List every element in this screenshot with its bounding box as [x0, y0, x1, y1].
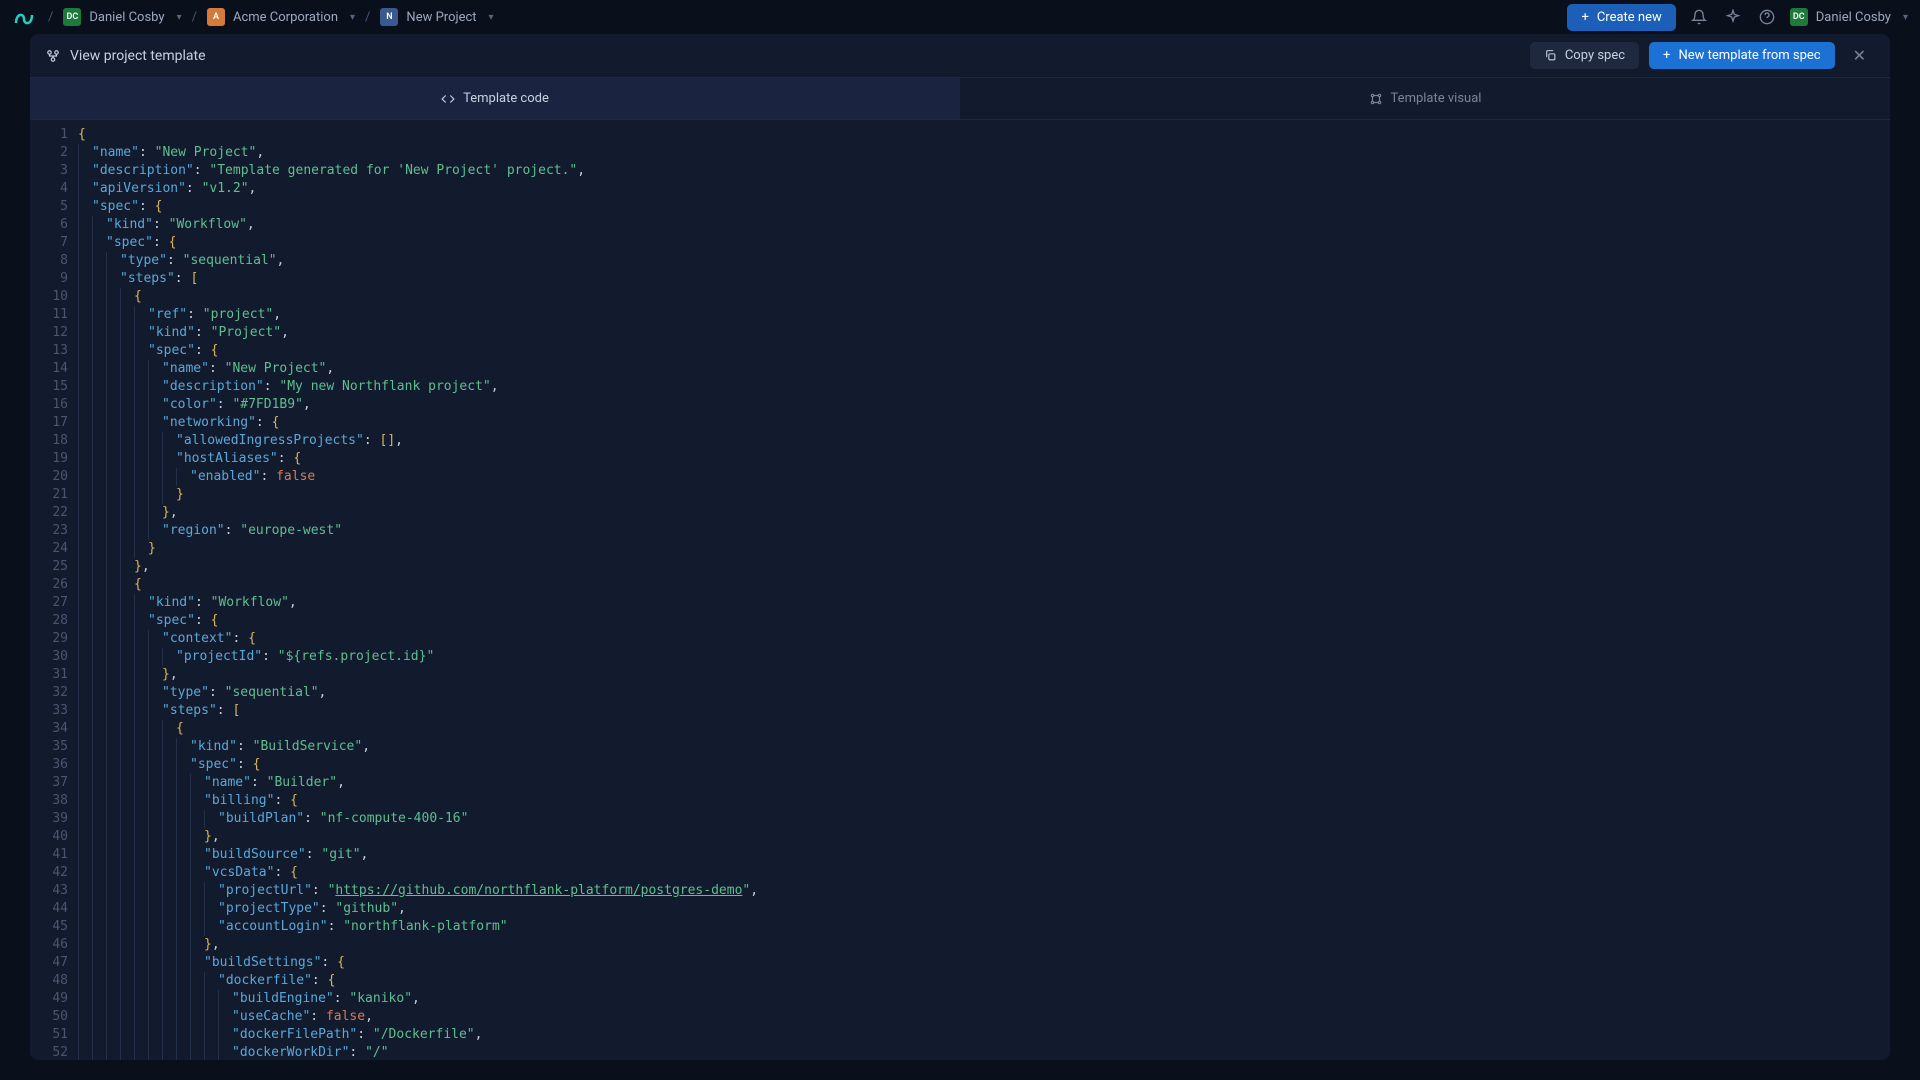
- help-icon: [1759, 9, 1775, 25]
- code-content: {"name": "New Project","description": "T…: [78, 120, 1890, 1060]
- new-template-button[interactable]: + New template from spec: [1649, 42, 1835, 69]
- breadcrumb-sep: /: [365, 10, 370, 25]
- chevron-down-icon: ▾: [177, 12, 182, 23]
- modal-header: View project template Copy spec + New te…: [30, 34, 1890, 78]
- breadcrumb-user-label: Daniel Cosby: [89, 10, 164, 25]
- new-template-label: New template from spec: [1678, 48, 1820, 63]
- top-bar: / DC Daniel Cosby ▾ / A Acme Corporation…: [0, 0, 1920, 34]
- close-button[interactable]: ✕: [1845, 42, 1874, 69]
- help-button[interactable]: [1756, 6, 1778, 28]
- modal-actions: Copy spec + New template from spec ✕: [1530, 42, 1874, 69]
- user-avatar-icon: DC: [63, 8, 81, 26]
- line-gutter: 1234567891011121314151617181920212223242…: [30, 120, 78, 1060]
- modal-title: View project template: [46, 48, 206, 64]
- code-editor[interactable]: 1234567891011121314151617181920212223242…: [30, 120, 1890, 1060]
- template-modal: View project template Copy spec + New te…: [30, 34, 1890, 1060]
- plus-icon: +: [1581, 10, 1588, 25]
- copy-icon: [1544, 49, 1557, 62]
- topbar-right: + Create new DC Daniel Cosby ▾: [1567, 4, 1908, 31]
- chevron-down-icon: ▾: [1903, 12, 1908, 23]
- chevron-down-icon: ▾: [350, 12, 355, 23]
- template-icon: [46, 49, 60, 63]
- bell-icon: [1691, 9, 1707, 25]
- sparkle-icon: [1725, 9, 1741, 25]
- tab-visual-label: Template visual: [1391, 91, 1482, 106]
- changelog-button[interactable]: [1722, 6, 1744, 28]
- breadcrumb-org[interactable]: A Acme Corporation ▾: [207, 8, 355, 26]
- tab-code-label: Template code: [463, 91, 549, 106]
- close-icon: ✕: [1853, 46, 1866, 65]
- copy-spec-label: Copy spec: [1565, 48, 1625, 63]
- create-new-button[interactable]: + Create new: [1567, 4, 1675, 31]
- user-menu-label: Daniel Cosby: [1816, 10, 1891, 25]
- breadcrumb-project[interactable]: N New Project ▾: [380, 8, 493, 26]
- breadcrumb-user[interactable]: DC Daniel Cosby ▾: [63, 8, 181, 26]
- plus-icon: +: [1663, 48, 1670, 63]
- visual-icon: [1369, 92, 1383, 106]
- breadcrumb-project-label: New Project: [406, 10, 476, 25]
- create-new-label: Create new: [1597, 10, 1662, 25]
- tab-template-visual[interactable]: Template visual: [960, 78, 1890, 119]
- modal-title-text: View project template: [70, 48, 206, 64]
- logo[interactable]: [12, 3, 40, 31]
- breadcrumb: / DC Daniel Cosby ▾ / A Acme Corporation…: [48, 8, 1559, 26]
- user-avatar-icon: DC: [1790, 8, 1808, 26]
- user-menu[interactable]: DC Daniel Cosby ▾: [1790, 8, 1908, 26]
- notifications-button[interactable]: [1688, 6, 1710, 28]
- code-icon: [441, 92, 455, 106]
- project-avatar-icon: N: [380, 8, 398, 26]
- org-avatar-icon: A: [207, 8, 225, 26]
- chevron-down-icon: ▾: [489, 12, 494, 23]
- copy-spec-button[interactable]: Copy spec: [1530, 42, 1639, 69]
- tabs: Template code Template visual: [30, 78, 1890, 120]
- tab-template-code[interactable]: Template code: [30, 78, 960, 119]
- breadcrumb-sep: /: [192, 10, 197, 25]
- breadcrumb-org-label: Acme Corporation: [233, 10, 338, 25]
- breadcrumb-sep: /: [48, 10, 53, 25]
